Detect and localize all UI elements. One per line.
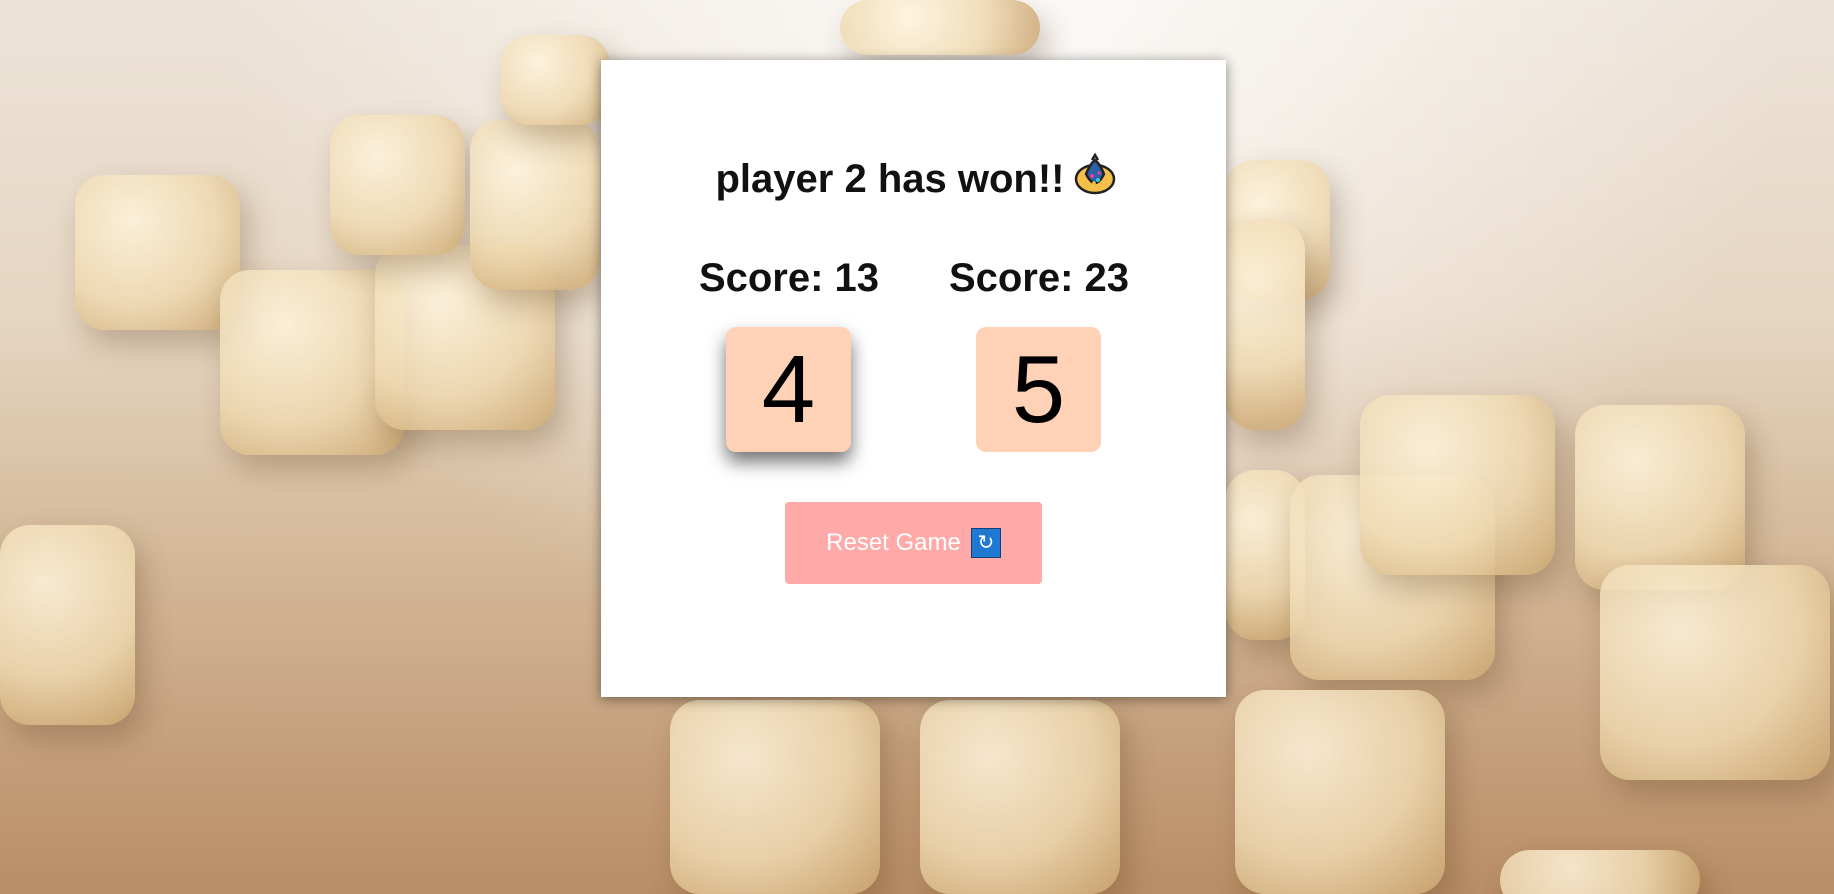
player-1-die[interactable]: 4 bbox=[726, 327, 851, 452]
winner-status: player 2 has won!! bbox=[0, 152, 1834, 202]
player-2-score: Score: 23 bbox=[948, 256, 1130, 300]
trophy-icon bbox=[1072, 152, 1118, 198]
reset-game-button[interactable]: Reset Game ↻ bbox=[785, 502, 1042, 584]
player-1-score: Score: 13 bbox=[698, 256, 880, 300]
repeat-icon: ↻ bbox=[970, 528, 1001, 558]
reset-game-label: Reset Game bbox=[826, 529, 961, 556]
winner-message: player 2 has won!! bbox=[715, 157, 1065, 201]
player-2-die[interactable]: 5 bbox=[976, 327, 1101, 452]
